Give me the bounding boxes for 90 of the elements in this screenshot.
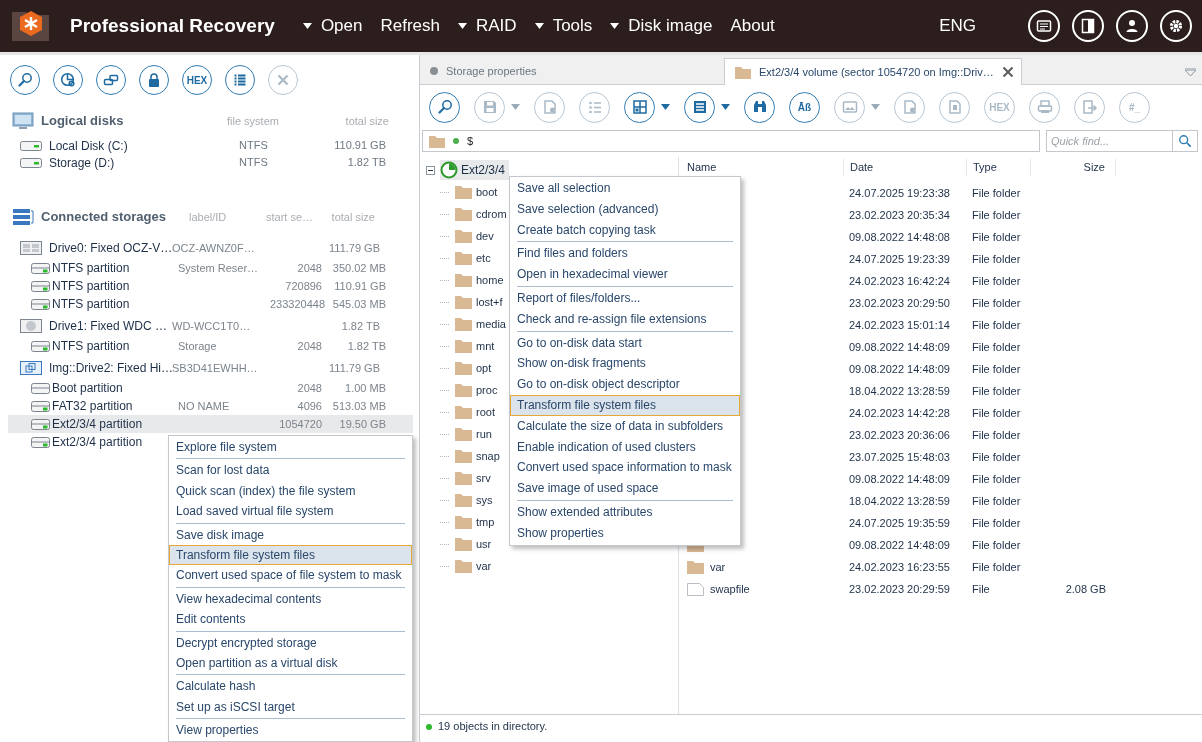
app-title: Professional Recovery xyxy=(70,13,275,38)
table-cell-text: File folder xyxy=(971,515,1022,531)
table-cell-text: 09.08.2022 14:48:08 xyxy=(848,229,951,245)
column-header: label/ID xyxy=(188,209,228,225)
table-cell-text: NTFS xyxy=(239,138,269,154)
column-header: total size xyxy=(344,113,389,129)
table-cell-text: 1.82 TB xyxy=(346,338,386,354)
table-cell-text: WD-WCC1T0… xyxy=(172,318,252,334)
table-cell-text: File xyxy=(971,581,991,597)
storage-name: NTFS partition xyxy=(52,278,131,295)
status-text: 19 objects in directory. xyxy=(438,719,548,735)
table-cell-text: 4096 xyxy=(296,398,322,414)
table-cell-text: 513.03 MB xyxy=(331,398,386,414)
storage-name: Ext2/3/4 partition xyxy=(52,434,144,451)
storage-name: Drive1: Fixed WDC … xyxy=(48,318,168,335)
table-cell-text: 09.08.2022 14:48:09 xyxy=(848,339,951,355)
table-cell-text: Storage xyxy=(178,338,218,354)
table-cell-text: OCZ-AWNZ0F… xyxy=(172,240,256,256)
table-cell-text: 23.07.2025 15:48:03 xyxy=(848,449,951,465)
table-cell-text: File folder xyxy=(971,493,1022,509)
storage-name: NTFS partition xyxy=(52,338,131,355)
table-cell-text: 24.07.2025 19:35:59 xyxy=(848,515,951,531)
table-cell-text: 24.07.2025 19:23:38 xyxy=(848,185,951,201)
table-cell-text: 23.02.2023 20:29:50 xyxy=(848,295,951,311)
table-cell-text: 350.02 MB xyxy=(331,260,386,276)
table-cell-text: File folder xyxy=(971,229,1022,245)
table-cell-text: 111.79 GB xyxy=(328,360,380,376)
section-title: Logical disks xyxy=(41,112,125,131)
table-cell-text: File folder xyxy=(971,317,1022,333)
storage-name: NTFS partition xyxy=(52,296,131,313)
table-cell-text: 09.08.2022 14:48:09 xyxy=(848,361,951,377)
table-cell-text: File folder xyxy=(971,405,1022,421)
table-cell-text: 110.91 GB xyxy=(333,138,386,154)
table-cell-text: 09.08.2022 14:48:09 xyxy=(848,537,951,553)
storage-name: FAT32 partition xyxy=(52,398,134,415)
table-cell-text: 19.50 GB xyxy=(338,416,386,432)
table-cell-text: 23.02.2023 20:29:59 xyxy=(848,581,951,597)
table-cell-text: 720896 xyxy=(284,278,322,294)
storage-name: NTFS partition xyxy=(52,260,131,277)
table-cell-text: NTFS xyxy=(239,155,269,171)
table-cell-text: 24.07.2025 19:23:39 xyxy=(848,251,951,267)
table-cell-text: SB3D41EWHH… xyxy=(172,360,259,376)
disk-name: Local Disk (C:) xyxy=(49,137,129,155)
table-cell-text: File folder xyxy=(971,339,1022,355)
table-cell-text: 23.02.2023 20:35:34 xyxy=(848,207,951,223)
storage-name: Img::Drive2: Fixed Hi… xyxy=(48,360,172,377)
table-cell-text: 24.02.2023 14:42:28 xyxy=(848,405,951,421)
path-text: $ xyxy=(467,133,474,149)
table-cell-text: 09.08.2022 14:48:09 xyxy=(848,471,951,487)
table-cell-text: 23.02.2023 20:36:06 xyxy=(848,427,951,443)
table-cell-text: File folder xyxy=(971,537,1022,553)
table-cell-text: File folder xyxy=(971,361,1022,377)
table-cell-text: File folder xyxy=(971,383,1022,399)
table-cell-text: File folder xyxy=(971,427,1022,443)
table-cell-text: File folder xyxy=(971,471,1022,487)
tab-label: Storage properties xyxy=(446,63,538,79)
column-header: file system xyxy=(226,113,280,129)
table-cell-text: File folder xyxy=(971,251,1022,267)
table-cell-text: 111.79 GB xyxy=(328,240,380,256)
column-header: start se… xyxy=(265,209,315,225)
table-cell-text: 110.91 GB xyxy=(333,278,386,294)
table-cell-text: 18.04.2022 13:28:59 xyxy=(848,383,951,399)
table-cell-text: 2.08 GB xyxy=(1064,581,1107,597)
table-cell-text: 2048 xyxy=(296,260,322,276)
table-cell-text: 2048 xyxy=(296,338,322,354)
table-cell-text: 1.82 TB xyxy=(346,155,386,171)
table-cell-text: 18.04.2022 13:28:59 xyxy=(848,493,951,509)
storage-name: Boot partition xyxy=(52,380,124,397)
table-cell-text: File folder xyxy=(971,273,1022,289)
section-title: Connected storages xyxy=(41,208,167,227)
table-cell-text: 545.03 MB xyxy=(331,296,386,312)
table-cell-text: File folder xyxy=(971,295,1022,311)
disk-name: Storage (D:) xyxy=(49,154,116,172)
table-cell-text: System Reser… xyxy=(178,260,260,276)
table-cell-text: 1054720 xyxy=(278,416,322,432)
table-cell-text: 24.02.2023 15:01:14 xyxy=(848,317,951,333)
column-header: total size xyxy=(330,209,375,225)
table-cell-text: 24.02.2023 16:42:24 xyxy=(848,273,951,289)
tab-label: Ext2/3/4 volume (sector 1054720 on Img::Driv… xyxy=(759,64,994,80)
table-cell-text: File folder xyxy=(971,559,1022,575)
table-cell-text: 2048 xyxy=(296,380,322,396)
storage-name: Drive0: Fixed OCZ-V… xyxy=(48,240,172,257)
table-cell-text: File folder xyxy=(971,185,1022,201)
table-cell-text: 1.82 TB xyxy=(340,318,380,334)
storage-name: Ext2/3/4 partition xyxy=(52,416,144,433)
table-cell-text: 24.02.2023 16:23:55 xyxy=(848,559,951,575)
table-cell-text: NO NAME xyxy=(178,398,231,414)
table-cell-text: File folder xyxy=(971,207,1022,223)
table-cell-text: File folder xyxy=(971,449,1022,465)
table-cell-text: 1.00 MB xyxy=(344,380,386,396)
